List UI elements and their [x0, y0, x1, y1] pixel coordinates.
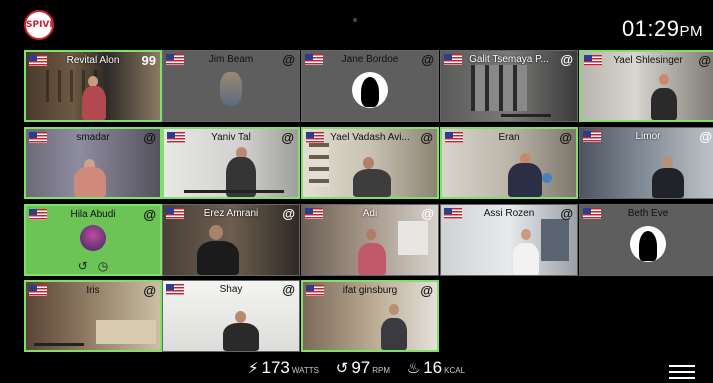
participant-tile[interactable]: Hila Abudi @ ↺ ◷ — [24, 204, 162, 276]
participant-tile[interactable]: Yael Shlesinger @ — [579, 50, 713, 122]
us-flag-icon — [583, 131, 601, 142]
us-flag-icon — [29, 285, 47, 296]
mention-icon: @ — [143, 130, 156, 145]
us-flag-icon — [305, 208, 323, 219]
participant-tile[interactable]: Jane Bordoe @ — [301, 50, 439, 122]
participant-tile[interactable]: Eran @ — [440, 127, 578, 199]
sensor-indicators: ↺ ◷ — [26, 259, 160, 273]
mention-icon: @ — [282, 282, 295, 297]
participant-tile[interactable]: Galit Tsemaya P... @ — [440, 50, 578, 122]
participant-tile[interactable]: Assi Rozen @ — [440, 204, 578, 276]
mention-icon: @ — [421, 206, 434, 221]
participant-avatar — [80, 225, 106, 251]
participant-name: Eran — [498, 132, 520, 143]
mention-icon: @ — [281, 130, 294, 145]
participant-name: Jim Beam — [208, 54, 254, 65]
participant-tile[interactable]: Beth Eve — [579, 204, 713, 276]
participant-tile[interactable]: Erez Amrani @ — [162, 204, 300, 276]
ride-stats-bar: ⚡︎ 173 WATTS ↺ 97 RPM ♨ 16 KCAL — [0, 358, 713, 382]
us-flag-icon — [583, 208, 601, 219]
default-avatar-icon — [352, 72, 388, 108]
us-flag-icon — [305, 54, 323, 65]
cadence-value: 97 — [351, 358, 371, 377]
participant-name: Yaniv Tal — [211, 132, 251, 143]
flame-icon: ♨ — [406, 360, 421, 377]
participant-name: Limor — [635, 131, 661, 142]
participant-tile[interactable]: smadar @ — [24, 127, 162, 199]
us-flag-icon — [166, 54, 184, 65]
participant-name: Hila Abudi — [70, 209, 116, 220]
clock: 01:29PM — [622, 16, 703, 42]
participant-badge: 99 — [141, 53, 156, 68]
participant-name: Beth Eve — [627, 208, 669, 219]
calories-value: 16 — [423, 358, 443, 377]
us-flag-icon — [29, 55, 47, 66]
mention-icon: @ — [143, 283, 156, 298]
us-flag-icon — [444, 54, 462, 65]
lightning-icon: ⚡︎ — [247, 360, 259, 377]
mention-icon: @ — [421, 52, 434, 67]
participant-name: Jane Bordoe — [341, 54, 399, 65]
clock-ampm: PM — [679, 23, 703, 40]
us-flag-icon — [445, 132, 463, 143]
participant-name: ifat ginsburg — [342, 285, 398, 296]
mention-icon: @ — [559, 130, 572, 145]
us-flag-icon — [166, 208, 184, 219]
participant-name: Assi Rozen — [483, 208, 535, 219]
mention-icon: @ — [282, 52, 295, 67]
participant-name: Adi — [362, 208, 378, 219]
mention-icon: @ — [560, 206, 573, 221]
us-flag-icon — [29, 132, 47, 143]
participant-name: Erez Amrani — [203, 208, 259, 219]
participant-name: Shay — [219, 284, 243, 295]
participant-avatar — [220, 72, 242, 106]
us-flag-icon — [306, 132, 324, 143]
us-flag-icon — [306, 285, 324, 296]
participant-tile[interactable]: Adi @ — [301, 204, 439, 276]
mention-icon: @ — [698, 53, 711, 68]
participant-name: Galit Tsemaya P... — [469, 54, 549, 65]
participant-name: Yael Shlesinger — [613, 55, 683, 66]
participant-tile[interactable]: Iris @ — [24, 280, 162, 352]
us-flag-icon — [166, 284, 184, 295]
participant-name: smadar — [76, 132, 110, 143]
mention-icon: @ — [143, 207, 156, 222]
heart-rate-sensor-icon: ◷ — [97, 259, 109, 273]
participant-tile[interactable]: Yaniv Tal @ — [162, 127, 300, 199]
mention-icon: @ — [699, 129, 712, 144]
spivi-logo: SPIVI — [24, 10, 54, 40]
calories-unit: KCAL — [444, 366, 466, 375]
us-flag-icon — [584, 55, 602, 66]
power-stat: ⚡︎ 173 WATTS — [248, 358, 319, 378]
participant-tile[interactable]: Shay @ — [162, 280, 300, 352]
power-unit: WATTS — [291, 366, 319, 375]
calories-stat: ♨ 16 KCAL — [407, 358, 465, 378]
us-flag-icon — [167, 132, 185, 143]
status-dot — [353, 18, 357, 22]
participant-tile[interactable]: Limor @ — [579, 127, 713, 199]
participant-tile[interactable]: Yael Vadash Avi... @ — [301, 127, 439, 199]
default-avatar-icon — [630, 226, 666, 262]
mention-icon: @ — [282, 206, 295, 221]
mention-icon: @ — [420, 130, 433, 145]
participant-tile[interactable]: Jim Beam @ — [162, 50, 300, 122]
cadence-stat: ↺ 97 RPM — [336, 358, 390, 378]
mention-icon: @ — [420, 283, 433, 298]
participant-name: Iris — [86, 285, 100, 296]
cadence-sensor-icon: ↺ — [77, 259, 88, 273]
participant-tile[interactable]: ifat ginsburg @ — [301, 280, 439, 352]
clock-time: 01:29 — [621, 16, 680, 41]
mention-icon: @ — [560, 52, 573, 67]
power-value: 173 — [261, 358, 290, 377]
hamburger-menu-icon[interactable] — [669, 365, 695, 379]
top-bar: SPIVI 01:29PM — [0, 0, 713, 46]
participant-name: Revital Alon — [66, 55, 120, 66]
us-flag-icon — [29, 209, 47, 220]
participant-tile[interactable]: Revital Alon 99 — [24, 50, 162, 122]
us-flag-icon — [444, 208, 462, 219]
participant-name: Yael Vadash Avi... — [330, 132, 410, 143]
cadence-unit: RPM — [372, 366, 391, 375]
cadence-icon: ↺ — [335, 360, 349, 377]
logo-text: SPIVI — [26, 20, 53, 30]
